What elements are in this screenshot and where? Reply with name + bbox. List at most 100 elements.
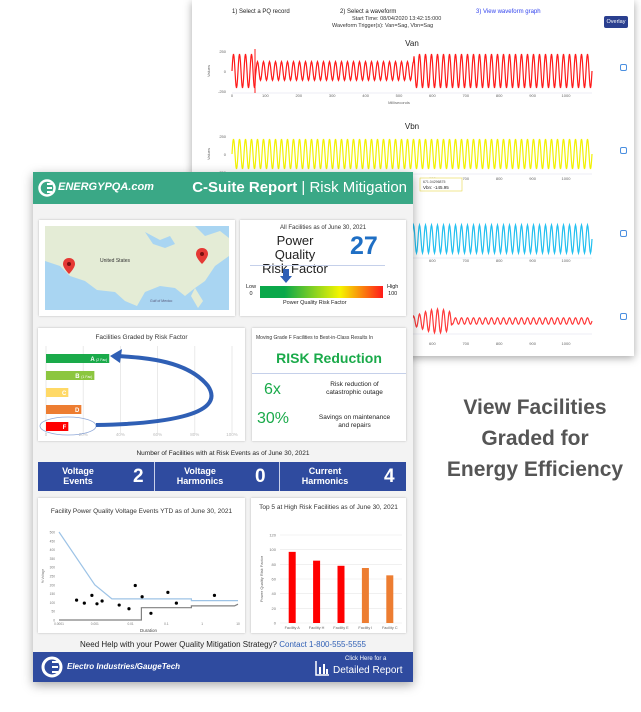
grade-label: F [63, 425, 67, 431]
tooltip-x: 671.04296875 [423, 180, 445, 184]
x-tick-label: 1000 [562, 93, 572, 98]
y-tick-label: 100 [269, 547, 276, 552]
x-tick-label: 1 [201, 622, 203, 626]
reduction-text: Risk reduction of catastrophic outage [307, 381, 402, 397]
kpi-label-line: Harmonics [301, 476, 349, 486]
y-tick-label: 400 [50, 548, 56, 552]
kpi-label: Voltage Events [48, 466, 108, 486]
y-tick-label: 0 [224, 69, 227, 74]
reduction-headline: RISK Reduction [276, 350, 382, 366]
help-text: Need Help with your Power Quality Mitiga… [80, 640, 277, 649]
x-tick-label: 600 [429, 93, 436, 98]
y-axis-label: Values [206, 65, 211, 77]
grades-chart: 0 20% 40% 60% 80% 100%A (2 Fac)B (1 Fac)CDF [39, 346, 238, 437]
x-tick-label: 900 [529, 93, 536, 98]
y-axis-label: Power Quality Risk Factor [259, 555, 264, 602]
y-tick-label: 100 [50, 601, 56, 605]
improvement-arrow [95, 354, 214, 427]
grades-panel: Facilities Graded by Risk Factor 0 20% 40%… [38, 328, 245, 441]
event-point [133, 583, 137, 588]
arrow-head-icon [110, 349, 122, 363]
waveform-line [231, 138, 593, 170]
y-axis-label: % Voltage [41, 569, 45, 584]
event-point [149, 611, 153, 615]
x-tick-label: 900 [529, 341, 536, 346]
event-point [166, 590, 170, 594]
contact-link[interactable]: Contact 1-800-555-5555 [279, 640, 366, 649]
detail-line1: Click Here for a [345, 656, 387, 662]
x-tick-label: 60% [153, 432, 162, 437]
y-tick-label: 120 [269, 533, 276, 538]
kpi-voltage-harmonics[interactable]: Voltage Harmonics 0 [155, 462, 280, 491]
tooltip-value: Vbn: -145.95 [423, 185, 449, 190]
kpi-current-harmonics[interactable]: Current Harmonics 4 [280, 462, 406, 491]
voltage-events-chart: 0501001502002503003504004505000.0001 0.00… [41, 531, 240, 634]
x-tick-label: 600 [429, 258, 436, 263]
map-gulf-label: Gulf of Mexico [150, 299, 172, 303]
risk-bar [386, 575, 394, 623]
arrow-down-icon [280, 269, 292, 283]
scale-caption: Power Quality Risk Factor [283, 300, 347, 306]
reduction-caption: Moving Grade F Facilities to Best-in-Cla… [256, 335, 373, 341]
x-tick-label: 300 [329, 93, 336, 98]
y-tick-label: 20 [272, 606, 277, 611]
x-tick-label: 100 [262, 93, 269, 98]
promo-caption: View Facilities Graded for Energy Effici… [420, 392, 641, 485]
reduction-text-line: and repairs [338, 422, 371, 429]
kpi-label-line: Events [63, 476, 93, 486]
waveform-title: Vbn [405, 122, 419, 131]
reduction-text: Savings on maintenance and repairs [307, 414, 402, 430]
facilities-map[interactable]: United States Gulf of Mexico [45, 226, 229, 310]
x-tick-label: 100% [226, 432, 238, 437]
report-header: ENERGYPQA.com C-Suite Report | Risk Miti… [33, 172, 413, 204]
reduction-value: 6x [264, 381, 281, 398]
waveform-line [231, 53, 593, 89]
y-tick-label: 0 [224, 152, 227, 157]
reduction-text-line: catastrophic outage [326, 389, 383, 396]
title-bold: C-Suite Report [192, 179, 298, 196]
x-tick-label: 800 [496, 93, 503, 98]
kpi-label-line: Current [308, 466, 342, 476]
y-tick-label: 450 [50, 539, 56, 543]
risk-label-line: Power Quality [274, 233, 316, 262]
y-tick-label: 350 [50, 557, 56, 561]
x-tick-label: Facility A [285, 626, 301, 630]
risk-bar [313, 560, 321, 623]
eig-logo-icon [38, 179, 56, 197]
c-suite-report: ENERGYPQA.com C-Suite Report | Risk Miti… [33, 172, 413, 682]
risk-factor-panel: All Facilities as of June 30, 2021 Power… [240, 220, 406, 316]
upper-envelope-line [58, 531, 238, 602]
map-country-label: United States [100, 258, 131, 264]
detailed-report-button[interactable]: Click Here for a Detailed Report [315, 656, 411, 680]
y-tick-label: 80 [272, 562, 277, 567]
y-tick-label: 300 [50, 566, 56, 570]
y-tick-label: -250 [218, 89, 227, 94]
risk-bar [288, 551, 296, 623]
report-title: C-Suite Report | Risk Mitigation [192, 179, 407, 196]
x-tick-label: 800 [496, 258, 503, 263]
y-tick-label: 40 [272, 591, 277, 596]
x-tick-label: 0 [45, 432, 48, 437]
divider [252, 373, 406, 374]
x-tick-label: 800 [496, 341, 503, 346]
x-tick-label: 80% [190, 432, 199, 437]
kpi-voltage-events[interactable]: Voltage Events 2 [38, 462, 155, 491]
x-tick-label: 700 [462, 93, 469, 98]
x-tick-label: 0.1 [164, 622, 169, 626]
x-tick-label: 0.0001 [54, 622, 64, 626]
scale-high: High 100 [387, 284, 398, 298]
event-point [117, 603, 121, 607]
reduction-value: 30% [257, 410, 290, 427]
event-point [174, 601, 178, 605]
x-tick-label: 700 [462, 176, 469, 181]
risk-bar [337, 565, 345, 623]
x-tick-label: 0 [231, 93, 234, 98]
risk-caption: All Facilities as of June 30, 2021 [280, 225, 367, 231]
x-tick-label: 10 [236, 622, 240, 626]
facilities-map-panel: United States Gulf of Mexico [39, 220, 235, 316]
kpi-label: Current Harmonics [295, 466, 355, 486]
top-risk-panel: Top 5 at High Risk Facilities as of June… [251, 498, 406, 633]
x-tick-label: 0.001 [91, 622, 99, 626]
promo-line: Graded for [481, 427, 589, 450]
detail-line2: Detailed Report [333, 665, 403, 676]
